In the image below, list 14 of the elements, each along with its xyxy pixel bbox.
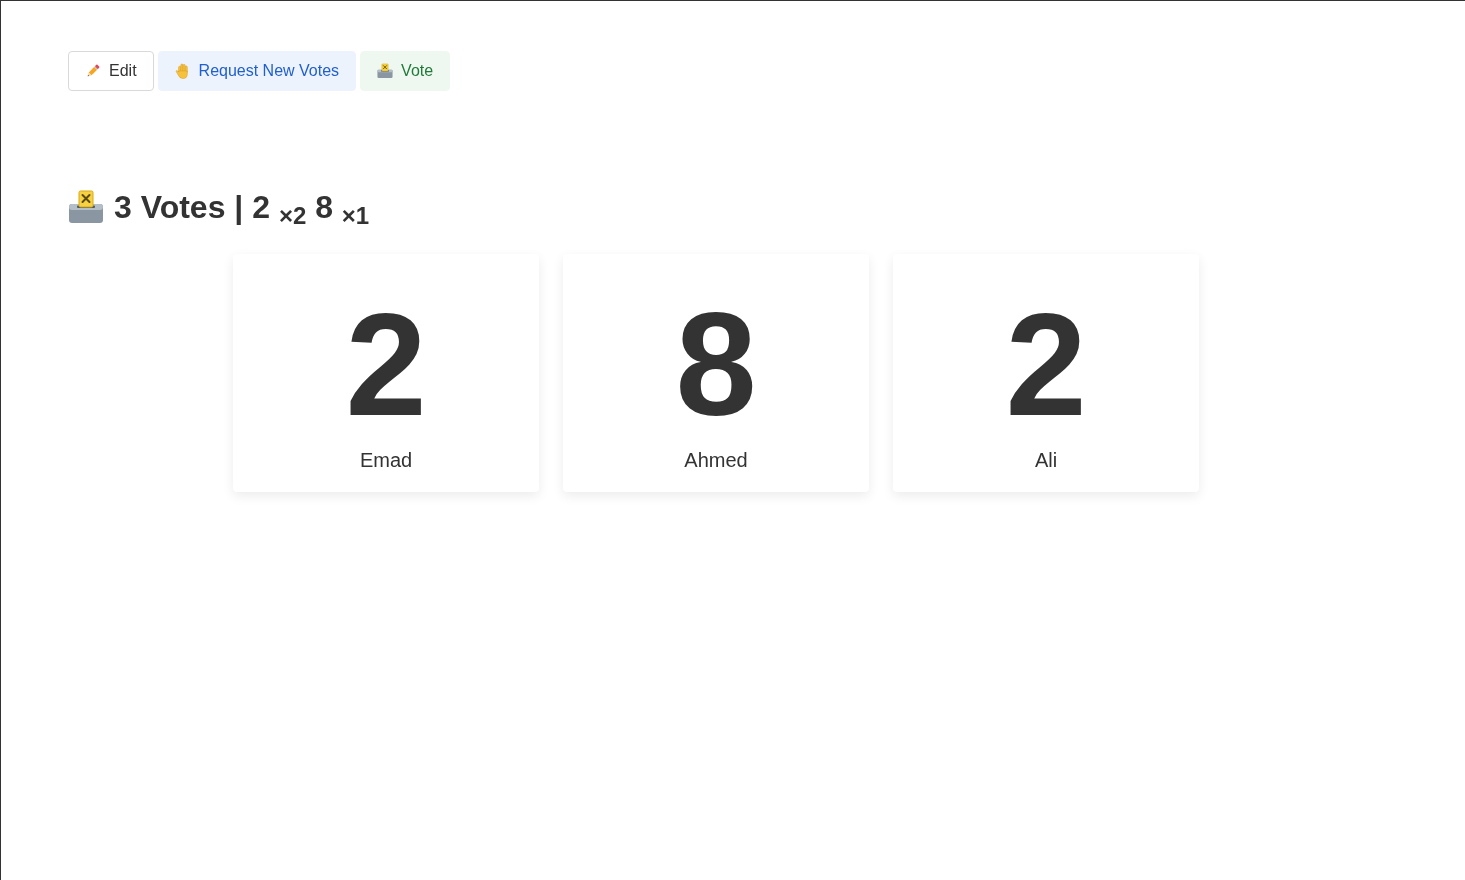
ballot-box-icon <box>68 190 104 224</box>
vote-button[interactable]: Vote <box>360 51 451 91</box>
raised-hand-icon <box>174 63 191 79</box>
voter-name: Ahmed <box>684 448 748 472</box>
vote-value: 8 <box>675 300 757 430</box>
ballot-box-icon <box>377 63 394 79</box>
edit-button[interactable]: Edit <box>68 51 154 91</box>
voter-name: Ali <box>1034 448 1058 472</box>
voter-name: Emad <box>359 448 413 472</box>
vote-summary-heading: 3 Votes | 2 $_{×2}$ 8 $_{×1}$ <box>114 188 370 227</box>
pencil-icon <box>85 63 101 79</box>
vote-value: 2 <box>1005 300 1087 430</box>
request-votes-button[interactable]: Request New Votes <box>157 51 357 91</box>
vote-value: 2 <box>345 300 427 430</box>
